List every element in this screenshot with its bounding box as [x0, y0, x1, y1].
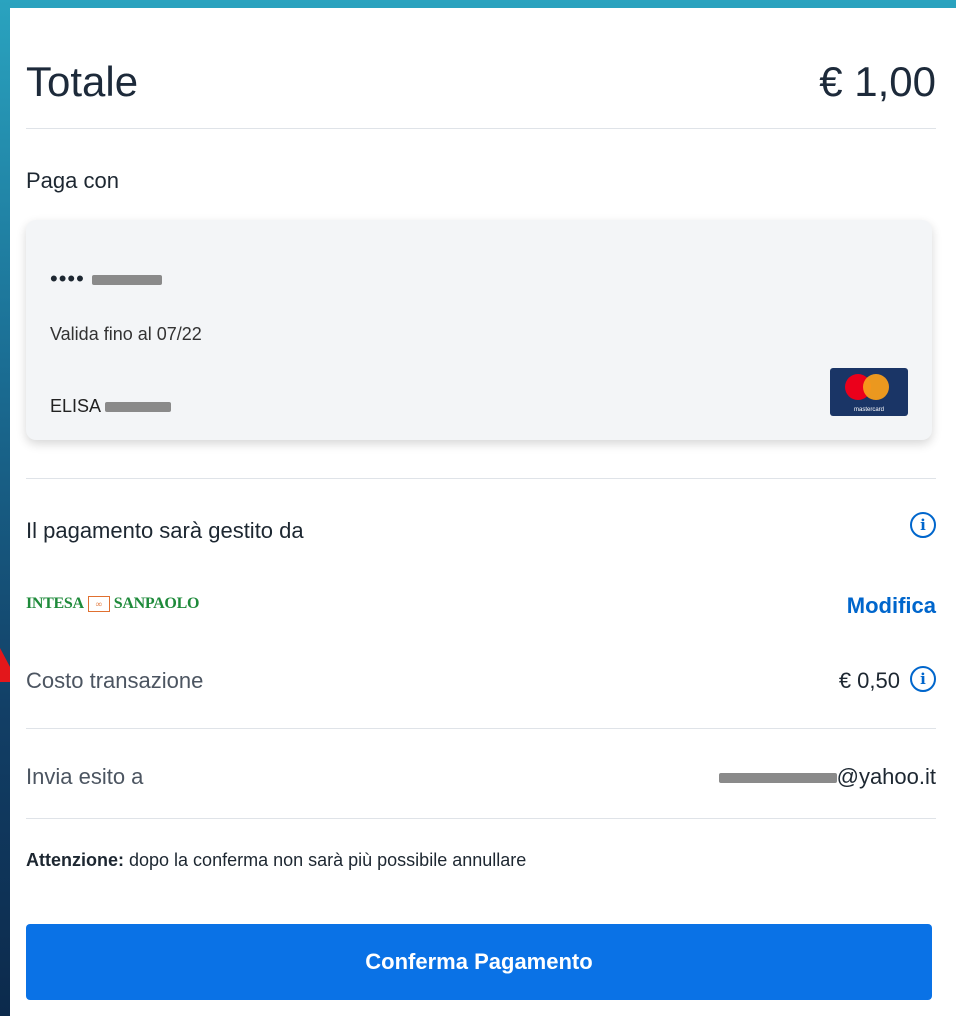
card-holder: ELISA: [50, 396, 172, 417]
total-amount: € 1,00: [819, 58, 936, 105]
transaction-fee-value: € 0,50: [838, 668, 900, 693]
divider: [26, 478, 936, 479]
modify-link[interactable]: Modifica: [847, 593, 936, 619]
bank-logo: INTESA ∞ SANPAOLO: [26, 595, 200, 613]
divider: [26, 128, 936, 129]
handler-label: Il pagamento sarà gestito da: [26, 518, 304, 543]
info-icon[interactable]: i: [910, 512, 936, 538]
card-expiry: Valida fino al 07/22: [50, 324, 202, 344]
divider: [26, 818, 936, 819]
page-title: Totale: [26, 58, 139, 105]
mastercard-icon: mastercard: [830, 368, 908, 416]
payment-summary-panel: Totale € 1,00 Paga con •••• Valida fino …: [10, 8, 956, 1016]
payment-card[interactable]: •••• Valida fino al 07/22 ELISA masterca…: [26, 220, 932, 440]
divider: [26, 728, 936, 729]
card-number: ••••: [50, 266, 162, 292]
confirm-payment-button[interactable]: Conferma Pagamento: [26, 924, 932, 1000]
transaction-fee-label: Costo transazione: [26, 668, 204, 693]
warning-text: Attenzione: dopo la conferma non sarà pi…: [26, 850, 527, 870]
redacted-card-digits: [91, 275, 162, 286]
fee-info-icon[interactable]: i: [910, 666, 936, 692]
result-email: @yahoo.it: [718, 764, 936, 790]
send-result-label: Invia esito a: [26, 764, 144, 789]
redacted-email-user: [718, 773, 837, 784]
pay-with-label: Paga con: [26, 168, 119, 193]
redacted-holder-surname: [105, 402, 172, 413]
